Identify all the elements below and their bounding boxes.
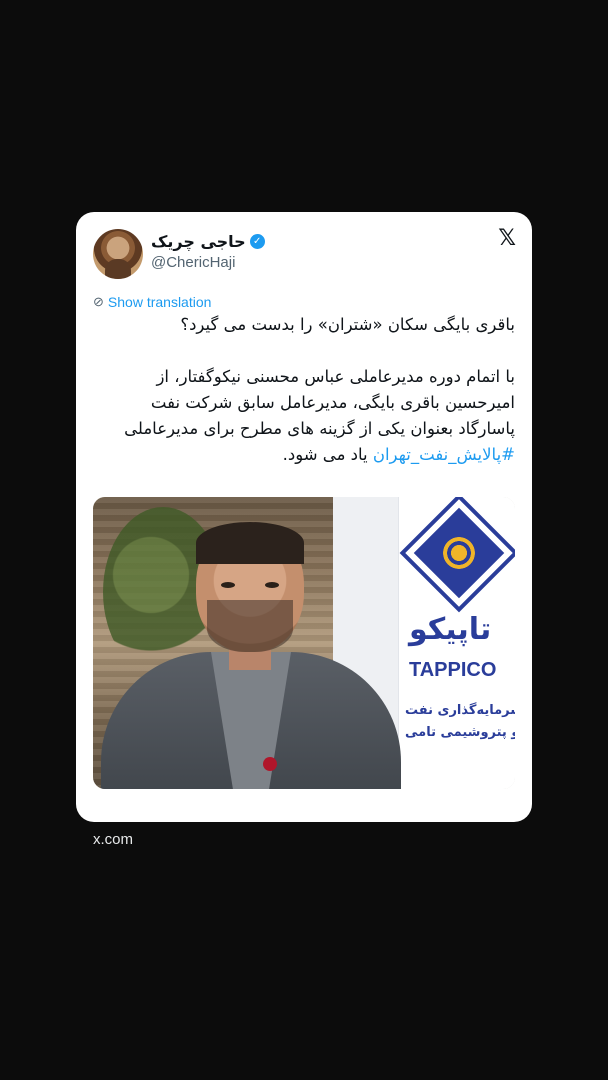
left-eye <box>221 582 235 588</box>
source-domain[interactable]: x.com <box>93 831 133 848</box>
author-avatar[interactable] <box>93 229 143 279</box>
tweet-text-line: باقری بایگی سکان «شتران» را بدست می گیرد… <box>180 315 515 334</box>
brand-subtitle-1: رکت سرمایه‌گذاری نفت <box>405 703 515 718</box>
avatar-figure <box>105 259 131 279</box>
x-logo-icon[interactable]: 𝕏 <box>498 228 516 250</box>
author-block: حاجی چریک ✓ @ChericHaji <box>151 232 277 271</box>
show-translation-label: Show translation <box>107 294 212 310</box>
tweet-text-line: با اتمام دوره مدیرعاملی عباس محسنی نیکوگ… <box>156 367 515 386</box>
person-photo <box>101 512 401 789</box>
tweet-media-image[interactable]: تاپیکو TAPPICO رکت سرمایه‌گذاری نفت از و… <box>93 497 515 789</box>
tweet-text-line: #پالایش_نفت_تهران یاد می شود. <box>93 442 515 468</box>
right-eye <box>265 582 279 588</box>
tweet-text: باقری بایگی سکان «شتران» را بدست می گیرد… <box>93 312 515 468</box>
company-logo-swirl <box>436 530 482 576</box>
hashtag-link[interactable]: #پالایش_نفت_تهران <box>373 445 515 464</box>
show-translation-link[interactable]: ⊘ Show translation <box>93 294 211 310</box>
tweet-card[interactable]: حاجی چریک ✓ @ChericHaji 𝕏 ⊘ Show transla… <box>76 212 532 822</box>
author-name-row: حاجی چریک ✓ <box>151 232 277 251</box>
company-logo-icon <box>405 499 513 607</box>
brand-name-fa: تاپیکو <box>409 612 492 647</box>
translate-icon: ⊘ <box>93 294 104 309</box>
brand-name-en: TAPPICO <box>409 659 497 681</box>
verified-badge-icon: ✓ <box>249 234 265 249</box>
hair <box>196 522 304 564</box>
tweet-text-line: امیرحسین باقری بایگی، مدیرعامل سابق شرکت… <box>150 393 515 412</box>
author-name[interactable]: حاجی چریک <box>151 232 246 251</box>
tweet-text-line-end: یاد می شود. <box>282 445 373 464</box>
brand-subtitle-2: از و پتروشیمی تامی <box>405 725 515 740</box>
author-handle[interactable]: @ChericHaji <box>151 254 277 271</box>
tweet-text-line: پاسارگاد بعنوان یکی از گزینه های مطرح بر… <box>124 419 515 438</box>
beard <box>207 600 293 652</box>
lapel-microphone <box>263 757 277 771</box>
company-banner: تاپیکو TAPPICO رکت سرمایه‌گذاری نفت از و… <box>398 497 515 789</box>
